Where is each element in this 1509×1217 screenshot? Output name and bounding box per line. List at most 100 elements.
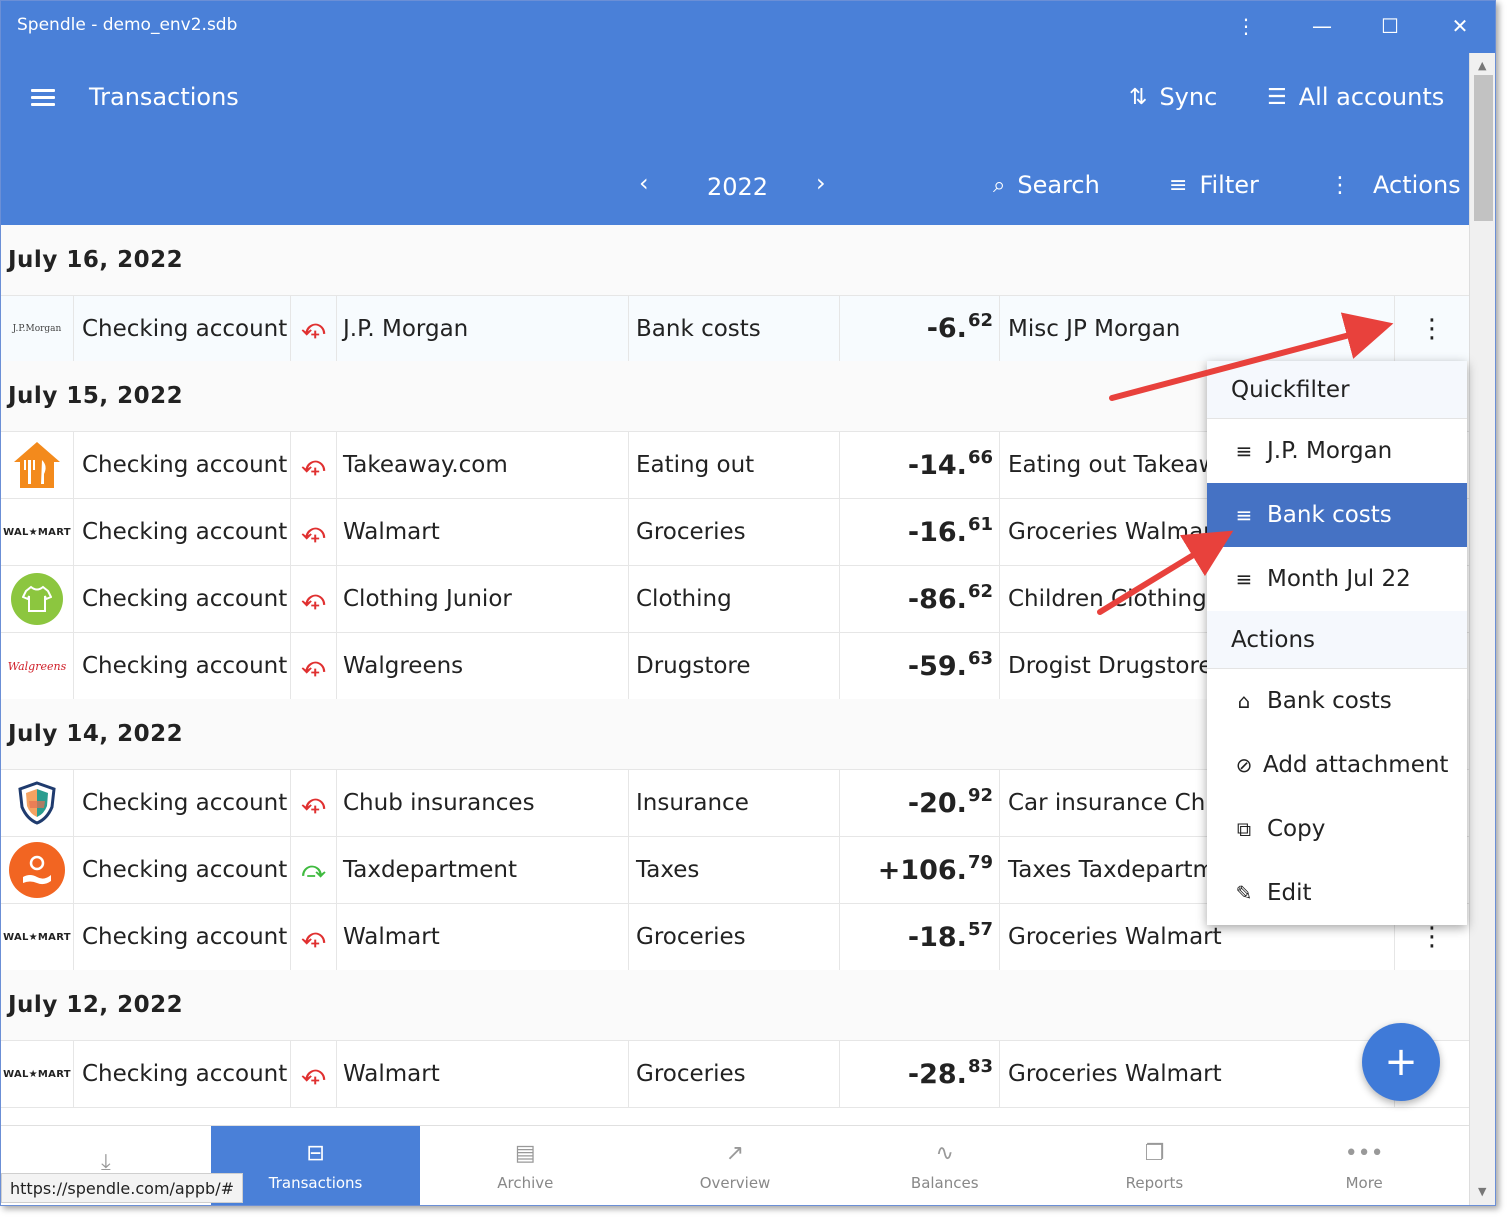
sync-button[interactable]: ⇅ Sync — [1129, 83, 1217, 111]
filter-button[interactable]: ≡ Filter — [1169, 171, 1259, 199]
amount-cell: -20. 92 — [840, 770, 1000, 836]
row-menu-kebab-icon[interactable]: ⋮ — [1395, 296, 1469, 361]
tshirt-logo-icon — [1, 566, 74, 632]
vertical-scrollbar[interactable]: ▲ ▼ — [1469, 53, 1495, 1205]
expense-arrow-icon: ⤽ — [291, 499, 337, 565]
category-cell: Eating out — [629, 432, 840, 498]
account-cell: Checking account — [74, 770, 291, 836]
shield-logo-icon — [1, 770, 74, 836]
account-cell: Checking account — [74, 837, 291, 903]
category-cell: Groceries — [629, 499, 840, 565]
category-cell: Clothing — [629, 566, 840, 632]
amount-cell: -14. 66 — [840, 432, 1000, 498]
filter-icon: ≡ — [1169, 172, 1188, 198]
account-cell: Checking account — [74, 432, 291, 498]
tax-logo-icon — [1, 837, 74, 903]
payee-cell: Walmart — [337, 499, 629, 565]
account-cell: Checking account — [74, 499, 291, 565]
nav-reports[interactable]: ❐ Reports — [1050, 1126, 1260, 1205]
payee-logo: WAL★MART — [1, 904, 74, 970]
quickfilter-month[interactable]: ≡ Month Jul 22 — [1207, 547, 1467, 611]
takeaway-logo-icon — [1, 432, 74, 498]
nav-overview[interactable]: ↗ Overview — [630, 1126, 840, 1205]
quickfilter-payee[interactable]: ≡ J.P. Morgan — [1207, 419, 1467, 483]
kebab-icon[interactable]: ⋮ — [1223, 9, 1269, 43]
add-transaction-button[interactable]: + — [1362, 1023, 1440, 1101]
search-button[interactable]: ⌕ Search — [993, 171, 1100, 199]
accounts-stack-icon: ☰ — [1267, 84, 1287, 110]
expense-arrow-icon: ⤽ — [291, 770, 337, 836]
pulse-icon: ∿ — [935, 1141, 954, 1166]
date-header: July 16, 2022 — [1, 225, 1469, 295]
payee-logo: WAL★MART — [1, 499, 74, 565]
filter-lines-icon: ≡ — [1235, 503, 1253, 527]
row-context-menu: Quickfilter ≡ J.P. Morgan ≡ Bank costs ≡… — [1207, 361, 1467, 925]
expense-arrow-icon: ⤽ — [291, 633, 337, 699]
category-cell: Insurance — [629, 770, 840, 836]
hamburger-menu-icon[interactable] — [31, 89, 55, 107]
search-icon: ⌕ — [993, 172, 1006, 198]
amount-cell: +106. 79 — [840, 837, 1000, 903]
income-arrow-icon: ⤼ — [291, 837, 337, 903]
paperclip-icon: ⊘ — [1235, 753, 1253, 777]
expense-arrow-icon: ⤽ — [291, 1041, 337, 1107]
payee-cell: Chub insurances — [337, 770, 629, 836]
description-cell: Misc JP Morgan — [1000, 296, 1395, 361]
payee-logo: WAL★MART — [1, 1041, 74, 1107]
nav-archive[interactable]: ▤ Archive — [420, 1126, 630, 1205]
amount-cell: -16. 61 — [840, 499, 1000, 565]
nav-more[interactable]: ••• More — [1259, 1126, 1469, 1205]
maximize-button[interactable]: ☐ — [1367, 9, 1413, 43]
date-header: July 12, 2022 — [1, 970, 1469, 1040]
scrollbar-thumb[interactable] — [1474, 75, 1493, 221]
previous-year-button[interactable]: ‹ — [639, 169, 649, 197]
expense-arrow-icon: ⤽ — [291, 904, 337, 970]
expense-arrow-icon: ⤽ — [291, 296, 337, 361]
payee-logo: Walgreens — [1, 633, 74, 699]
sync-icon: ⇅ — [1129, 84, 1148, 110]
amount-cell: -6. 62 — [840, 296, 1000, 361]
category-cell: Drugstore — [629, 633, 840, 699]
payee-cell: Walmart — [337, 904, 629, 970]
kebab-icon: ⋮ — [1329, 172, 1351, 198]
quickfilter-header: Quickfilter — [1207, 361, 1467, 419]
payee-cell: Takeaway.com — [337, 432, 629, 498]
table-row[interactable]: J.P.Morgan Checking account ⤽ J.P. Morga… — [1, 295, 1469, 361]
category-cell: Groceries — [629, 904, 840, 970]
all-accounts-button[interactable]: ☰ All accounts — [1267, 83, 1444, 111]
window-title: Spendle - demo_env2.sdb — [17, 15, 238, 35]
actions-button[interactable]: ⋮ Actions — [1329, 171, 1461, 199]
next-year-button[interactable]: › — [816, 169, 826, 197]
category-cell: Taxes — [629, 837, 840, 903]
copy-icon: ⧉ — [1236, 817, 1252, 841]
actions-header: Actions — [1207, 611, 1467, 669]
set-category-action[interactable]: ⌂ Bank costs — [1207, 669, 1467, 733]
payee-logo: J.P.Morgan — [1, 296, 74, 361]
amount-cell: -86. 62 — [840, 566, 1000, 632]
filter-lines-icon: ≡ — [1235, 567, 1253, 591]
year-label: 2022 — [707, 173, 769, 201]
nav-balances[interactable]: ∿ Balances — [840, 1126, 1050, 1205]
pencil-icon: ✎ — [1235, 881, 1253, 905]
plus-icon: + — [1384, 1039, 1418, 1085]
payee-cell: J.P. Morgan — [337, 296, 629, 361]
status-bar-url: https://spendle.com/appb/# — [1, 1173, 243, 1203]
payee-cell: Taxdepartment — [337, 837, 629, 903]
table-row[interactable]: WAL★MART Checking account ⤽ Walmart Groc… — [1, 1040, 1469, 1107]
edit-action[interactable]: ✎ Edit — [1207, 861, 1467, 925]
amount-cell: -18. 57 — [840, 904, 1000, 970]
scroll-down-icon[interactable]: ▼ — [1478, 1185, 1486, 1198]
copy-action[interactable]: ⧉ Copy — [1207, 797, 1467, 861]
close-button[interactable]: ✕ — [1437, 9, 1483, 43]
scroll-up-icon[interactable]: ▲ — [1478, 59, 1486, 72]
filter-lines-icon: ≡ — [1235, 439, 1253, 463]
account-cell: Checking account — [74, 904, 291, 970]
app-window: Spendle - demo_env2.sdb ⋮ — ☐ ✕ Transact… — [0, 0, 1496, 1206]
quickfilter-category[interactable]: ≡ Bank costs — [1207, 483, 1467, 547]
add-attachment-action[interactable]: ⊘ Add attachment — [1207, 733, 1467, 797]
account-cell: Checking account — [74, 1041, 291, 1107]
download-icon: ⤓ — [100, 1150, 111, 1175]
minimize-button[interactable]: — — [1299, 9, 1345, 43]
account-cell: Checking account — [74, 566, 291, 632]
expense-arrow-icon: ⤽ — [291, 432, 337, 498]
